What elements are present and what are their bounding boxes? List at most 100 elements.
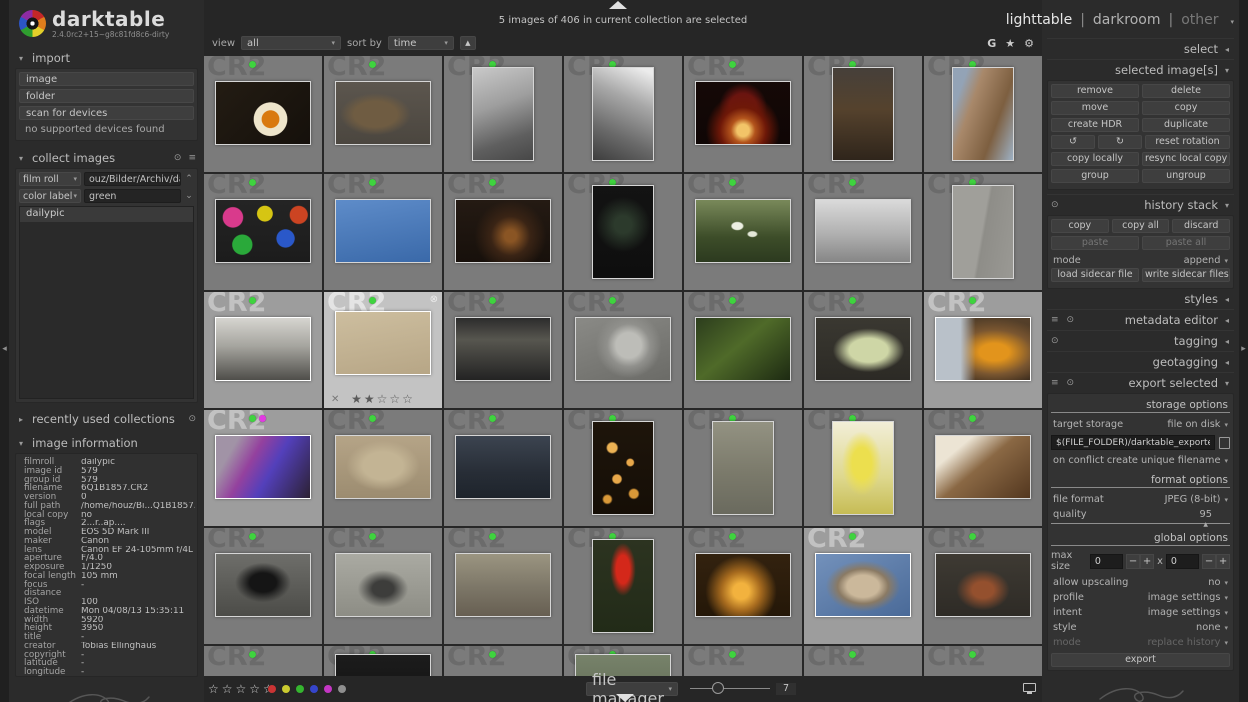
thumbnail-cell[interactable]: CR2 xyxy=(444,292,562,408)
intent-dropdown[interactable]: image settings ▾ xyxy=(1148,607,1228,618)
reset-icon[interactable]: ⊙ xyxy=(1051,200,1059,210)
panel-button[interactable]: copy locally xyxy=(1051,152,1139,166)
decrement-button[interactable]: − xyxy=(1202,553,1217,569)
panel-button[interactable]: paste all xyxy=(1142,236,1230,250)
collect-field-dropdown[interactable]: color label ▾ xyxy=(19,189,81,203)
export-button[interactable]: export xyxy=(1051,653,1230,667)
thumbnail-cell[interactable]: CR2 xyxy=(924,174,1042,290)
thumbnail-cell[interactable]: CR2 xyxy=(684,292,802,408)
panel-button[interactable]: copy xyxy=(1051,219,1109,233)
color-label-filter-dot[interactable] xyxy=(282,685,290,693)
collect-field-dropdown[interactable]: film roll ▾ xyxy=(19,172,81,186)
color-label-filter-dot[interactable] xyxy=(338,685,346,693)
panel-button[interactable]: create HDR xyxy=(1051,118,1139,132)
sort-dropdown[interactable]: time ▾ xyxy=(387,36,454,50)
thumbnail-cell[interactable]: CR2 xyxy=(924,410,1042,526)
panel-button[interactable]: duplicate xyxy=(1142,118,1230,132)
thumbnail-cell[interactable]: CR2 xyxy=(924,56,1042,172)
thumbnail-cell[interactable]: CR2 xyxy=(324,174,442,290)
increment-button[interactable]: + xyxy=(1216,553,1231,569)
color-label-filter-dot[interactable] xyxy=(296,685,304,693)
thumbnail-cell[interactable]: CR2 xyxy=(204,56,322,172)
thumbnail-cell[interactable]: CR2 xyxy=(564,528,682,644)
thumbnail-cell[interactable]: CR2 xyxy=(564,56,682,172)
presets-icon[interactable]: ≡ xyxy=(188,153,196,163)
presets-icon[interactable]: ≡ xyxy=(1051,315,1059,325)
panel-button[interactable]: copy xyxy=(1142,101,1230,115)
import-image-button[interactable]: image xyxy=(19,72,194,86)
thumbnail-cell[interactable]: CR2 xyxy=(324,410,442,526)
thumbnail-cell[interactable]: CR2 xyxy=(204,646,322,676)
section-export-header[interactable]: ≡ ⊙ export selected ▾ xyxy=(1047,372,1234,393)
section-tagging-header[interactable]: ⊙ tagging ◂ xyxy=(1047,330,1234,351)
profile-dropdown[interactable]: image settings ▾ xyxy=(1148,592,1228,603)
decrement-button[interactable]: − xyxy=(1126,553,1141,569)
panel-button[interactable]: load sidecar file xyxy=(1051,268,1139,282)
import-scan-for-devices-button[interactable]: scan for devices xyxy=(19,106,194,120)
section-select-header[interactable]: select ◂ xyxy=(1047,38,1234,59)
thumbnail-cell[interactable]: CR2 xyxy=(804,528,922,644)
quality-slider[interactable]: quality 95 ▲ xyxy=(1051,507,1230,528)
thumbnail-cell[interactable]: CR2 xyxy=(204,410,322,526)
thumbnail-cell[interactable]: CR2 xyxy=(444,56,562,172)
export-path-input[interactable] xyxy=(1051,435,1215,450)
thumbnail-cell[interactable]: CR2 xyxy=(564,410,682,526)
thumbnail-cell[interactable]: CR2 xyxy=(804,646,922,676)
thumbnail-settings-gear-icon[interactable]: ⚙ xyxy=(1024,37,1034,50)
thumbnail-cell[interactable]: CR2 xyxy=(444,410,562,526)
thumbnail-cell[interactable]: CR2 xyxy=(684,528,802,644)
group-icon[interactable]: ⊗ xyxy=(430,294,438,305)
collapse-bottom-panel-icon[interactable] xyxy=(616,694,634,702)
mode-dropdown[interactable]: replace history ▾ xyxy=(1147,637,1228,648)
section-geotagging-header[interactable]: geotagging ◂ xyxy=(1047,351,1234,372)
thumbnail-cell[interactable]: CR2 xyxy=(324,528,442,644)
zoom-slider-knob[interactable] xyxy=(712,682,724,694)
section-image-information-header[interactable]: ▾ image information xyxy=(15,432,198,453)
panel-button[interactable]: copy all xyxy=(1111,219,1170,233)
panel-button[interactable]: ungroup xyxy=(1142,169,1230,183)
panel-button[interactable]: resync local copy xyxy=(1142,152,1230,166)
style-dropdown[interactable]: none ▾ xyxy=(1196,622,1228,633)
thumbnail-cell[interactable]: CR2 xyxy=(564,174,682,290)
chevron-down-icon[interactable]: ▾ xyxy=(1230,18,1234,26)
presets-icon[interactable]: ≡ xyxy=(1051,378,1059,388)
thumbnail-cell[interactable]: CR2 xyxy=(324,56,442,172)
section-collect-header[interactable]: ▾ collect images ⊙ ≡ xyxy=(15,147,198,168)
color-label-filter-dot[interactable] xyxy=(310,685,318,693)
panel-button[interactable]: group xyxy=(1051,169,1139,183)
file-format-dropdown[interactable]: JPEG (8-bit) ▾ xyxy=(1165,494,1228,505)
thumbnail-cell[interactable]: CR2 xyxy=(444,174,562,290)
max-width-input[interactable]: 0 xyxy=(1089,553,1124,569)
color-label-filter-dot[interactable] xyxy=(268,685,276,693)
section-selected-images-header[interactable]: selected image[s] ▾ xyxy=(1047,59,1234,80)
thumbnail-cell[interactable]: CR2 xyxy=(804,410,922,526)
max-height-input[interactable]: 0 xyxy=(1165,553,1200,569)
reset-rotation-button[interactable]: reset rotation xyxy=(1145,135,1230,149)
section-styles-header[interactable]: styles ◂ xyxy=(1047,289,1234,309)
thumbnail-cell[interactable]: CR2 xyxy=(564,292,682,408)
overlays-star-icon[interactable]: ★ xyxy=(1005,37,1015,50)
panel-button[interactable]: discard xyxy=(1172,219,1231,233)
thumbnail-cell[interactable]: CR2 xyxy=(804,292,922,408)
tab-darkroom[interactable]: darkroom xyxy=(1093,12,1161,28)
mode-dropdown[interactable]: append ▾ xyxy=(1184,255,1228,266)
zoom-slider[interactable] xyxy=(690,682,770,694)
reset-icon[interactable]: ⊙ xyxy=(188,414,196,424)
sort-direction-button[interactable]: ▲ xyxy=(459,36,476,50)
reset-icon[interactable]: ⊙ xyxy=(1051,336,1059,346)
thumbnail-cell[interactable]: CR2 xyxy=(444,646,562,676)
rotate-ccw-button[interactable]: ↺ xyxy=(1051,135,1095,149)
collapse-right-panel-icon[interactable]: ▸ xyxy=(1239,344,1248,354)
reset-icon[interactable]: ⊙ xyxy=(174,153,182,163)
rule-operator-icon[interactable]: ⌄ xyxy=(184,191,194,201)
allow-upscaling-dropdown[interactable]: no ▾ xyxy=(1208,577,1228,588)
thumbnail-cell[interactable]: CR2 xyxy=(684,174,802,290)
thumbnail-cell[interactable]: CR2 xyxy=(324,646,442,676)
panel-button[interactable]: move xyxy=(1051,101,1139,115)
view-filter-dropdown[interactable]: all ▾ xyxy=(241,36,342,50)
grouping-toggle-icon[interactable]: G xyxy=(987,37,996,50)
panel-button[interactable]: remove xyxy=(1051,84,1139,98)
thumbnail-cell[interactable]: CR2 xyxy=(684,410,802,526)
import-folder-button[interactable]: folder xyxy=(19,89,194,103)
collapse-top-panel-icon[interactable] xyxy=(609,1,627,9)
